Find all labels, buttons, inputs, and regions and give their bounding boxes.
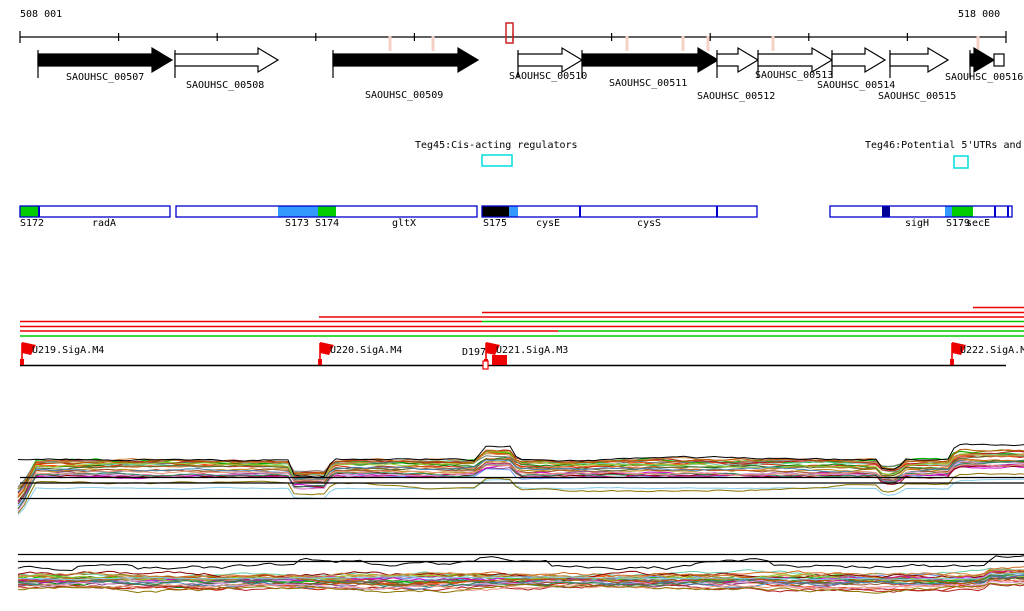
gene-arrow[interactable]: [969, 46, 996, 74]
flag-label[interactable]: U221.SigA.M3: [496, 346, 568, 356]
teg-annotation-box[interactable]: [481, 154, 513, 167]
gene-label[interactable]: SAOUHSC_00515: [878, 92, 956, 102]
transcript-segment[interactable]: [882, 206, 890, 217]
gene-label[interactable]: SAOUHSC_00510: [509, 72, 587, 82]
flag-base: [318, 359, 322, 365]
transcript-label: radA: [92, 218, 117, 229]
gene-arrow[interactable]: [716, 46, 760, 74]
transcript-label: gltX: [392, 218, 417, 229]
gene-arrow[interactable]: [889, 46, 950, 74]
transcript-label: secE: [966, 218, 991, 229]
transcript-label: cysS: [637, 218, 662, 229]
flag-label[interactable]: U219.SigA.M4: [32, 346, 104, 356]
ruler-start-coordinate: 508 001: [20, 9, 63, 20]
d-marker-box[interactable]: [492, 355, 507, 365]
gene-arrow[interactable]: [757, 46, 834, 74]
transcript-segment[interactable]: [20, 206, 39, 217]
gene-label[interactable]: SAOUHSC_00512: [697, 92, 775, 102]
teg-annotation-box[interactable]: [953, 155, 969, 169]
gene-arrow[interactable]: [517, 46, 584, 74]
transcript-label: cysE: [536, 218, 561, 229]
teg45-annotation-label: Teg45:Cis-acting regulators: [415, 140, 578, 151]
ruler-end-coordinate: 518 000: [958, 9, 1001, 20]
transcript-segment[interactable]: [509, 206, 518, 217]
transcript-bar-bg: [830, 206, 1012, 217]
transcript-segment[interactable]: [945, 206, 952, 217]
transcript-label: sigH: [905, 218, 930, 229]
gene-arrow[interactable]: [332, 46, 480, 74]
transcript-label: S172: [20, 218, 45, 229]
browser-scene-canvas: [17, 22, 1024, 594]
expression-trace: [17, 555, 1024, 572]
transcript-segment[interactable]: [318, 206, 336, 217]
transcript-label: S175: [483, 218, 508, 229]
transcript-segment[interactable]: [482, 206, 509, 217]
expression-trace: [17, 472, 1024, 514]
gene-label[interactable]: SAOUHSC_00509: [365, 91, 443, 101]
transcript-bar-bg: [482, 206, 757, 217]
transcript-label: S173 S174: [285, 218, 340, 229]
gene-label[interactable]: SAOUHSC_00508: [186, 81, 264, 91]
gene-end-box[interactable]: [993, 53, 1005, 67]
gene-arrow[interactable]: [581, 46, 720, 74]
flag-base: [950, 359, 954, 365]
teg46-annotation-label: Teg46:Potential 5'UTRs and: [865, 140, 1022, 151]
flag-base: [20, 359, 24, 365]
coordinate-ruler: [19, 22, 1007, 51]
expression-panel-upper: [17, 443, 1024, 516]
transcript-track: [19, 205, 1013, 218]
teg-annotation-track: [481, 154, 969, 169]
flag-label[interactable]: U222.SigA.M: [960, 346, 1024, 356]
gene-label[interactable]: SAOUHSC_00511: [609, 79, 687, 89]
gene-label[interactable]: SAOUHSC_00514: [817, 81, 895, 91]
gene-arrow[interactable]: [831, 46, 887, 74]
gene-arrow[interactable]: [37, 46, 174, 74]
genome-browser-screen: 508 001 518 000 SAOUHSC_00507 SAOUHSC_00…: [0, 0, 1024, 611]
ruler-highlight-box[interactable]: [505, 22, 514, 44]
d-marker-small-box: [482, 360, 489, 370]
transcript-segment[interactable]: [952, 206, 973, 217]
transcript-segment[interactable]: [278, 206, 318, 217]
tiling-signal-track: [20, 306, 1024, 337]
gene-arrow[interactable]: [174, 46, 280, 74]
transcript-bar-bg: [20, 206, 170, 217]
d-marker-label[interactable]: D197: [462, 348, 486, 358]
gene-label[interactable]: SAOUHSC_00516: [945, 73, 1023, 83]
gene-label[interactable]: SAOUHSC_00507: [66, 73, 144, 83]
expression-panel-lower: [17, 553, 1024, 594]
flag-label[interactable]: U220.SigA.M4: [330, 346, 402, 356]
